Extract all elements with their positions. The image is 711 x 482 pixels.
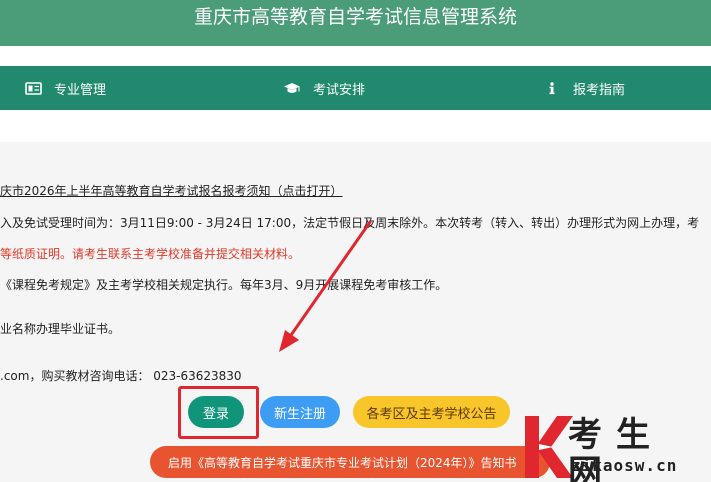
nav-item-major-management[interactable]: 专业管理 [24, 66, 106, 110]
nav-item-label: 报考指南 [573, 82, 626, 98]
page-title: 重庆市高等教育自学考试信息管理系统 [193, 6, 517, 28]
watermark-url: zikaosw.cn [571, 456, 678, 475]
notice-line-warning: 等纸质证明。请考生联系主考学校准备并提交相关材料。 [0, 247, 301, 261]
notice-line: 入及免试受理时间为：3月11日9:00 - 3月24日 17:00，法定节假日及… [0, 216, 700, 230]
notice-link[interactable]: 庆市2026年上半年高等教育自学考试报名报考须知（点击打开） [0, 183, 343, 199]
nav-item-exam-schedule[interactable]: 考试安排 [283, 66, 365, 110]
nav-item-label: 专业管理 [54, 82, 107, 98]
notice-line: 业名称办理毕业证书。 [0, 322, 121, 336]
notice-line: .com，购买教材咨询电话： 023-63623830 [0, 369, 242, 383]
exam-notice-button[interactable]: 各考区及主考学校公告 [353, 396, 510, 428]
nav-item-label: 考试安排 [313, 82, 366, 98]
register-button[interactable]: 新生注册 [260, 396, 340, 428]
info-icon [543, 81, 561, 95]
header-gap [0, 46, 711, 66]
exam-plan-banner[interactable]: 启用《高等教育自学考试重庆市专业考试计划（2024年）》告知书 [150, 446, 550, 478]
graduation-cap-icon [283, 81, 301, 95]
id-card-icon [24, 81, 42, 95]
notice-line: 《课程免考规定》及主考学校相关规定执行。每年3月、9月开展课程免考审核工作。 [0, 278, 448, 292]
nav-item-exam-guide[interactable]: 报考指南 [543, 66, 625, 110]
nav-spacer [0, 110, 711, 142]
login-button[interactable]: 登录 [188, 396, 244, 428]
main-nav: 专业管理 考试安排 报考指南 [0, 66, 711, 110]
